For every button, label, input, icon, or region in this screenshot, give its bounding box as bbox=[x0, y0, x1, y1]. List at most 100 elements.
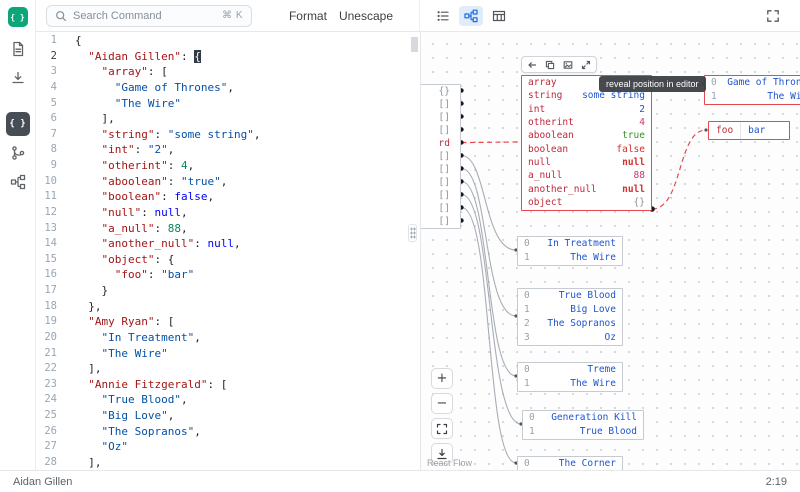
row-value: In Treatment bbox=[538, 237, 616, 251]
code-line[interactable]: "foo": "bar" bbox=[75, 267, 420, 283]
code-line[interactable]: "Game of Thrones", bbox=[75, 80, 420, 96]
node-row[interactable]: 1The Wire bbox=[705, 90, 800, 104]
code-line[interactable]: { bbox=[75, 33, 420, 49]
code-line[interactable]: "Annie Fitzgerald": [ bbox=[75, 377, 420, 393]
row-index: 2 bbox=[524, 317, 532, 331]
status-cursor-position[interactable]: 2:19 bbox=[766, 476, 787, 488]
line-number: 25 bbox=[36, 408, 66, 424]
line-number: 21 bbox=[36, 346, 66, 362]
code-line[interactable]: "Aidan Gillen": { bbox=[75, 49, 420, 65]
node-row[interactable]: another_nullnull bbox=[522, 183, 651, 196]
node-image-button[interactable] bbox=[559, 57, 577, 72]
code-line[interactable]: "object": { bbox=[75, 252, 420, 268]
code-line[interactable]: "int": "2", bbox=[75, 142, 420, 158]
editor-code[interactable]: { "Aidan Gillen": { "array": [ "Game of … bbox=[66, 32, 420, 470]
node-row[interactable]: 0Generation Kill bbox=[523, 411, 643, 425]
token: : bbox=[154, 222, 167, 235]
code-line[interactable]: "Oz" bbox=[75, 439, 420, 455]
zoom-in-button[interactable]: + bbox=[431, 368, 453, 389]
node-row[interactable]: 0True Blood bbox=[518, 289, 622, 303]
node-row[interactable]: 1The Wire bbox=[518, 251, 622, 265]
code-line[interactable]: "aboolean": "true", bbox=[75, 174, 420, 190]
token: : bbox=[161, 190, 174, 203]
code-line[interactable]: ], bbox=[75, 111, 420, 127]
node-row[interactable]: abooleantrue bbox=[522, 129, 651, 142]
node-row[interactable]: 2The Sopranos bbox=[518, 317, 622, 331]
code-line[interactable]: "The Wire" bbox=[75, 96, 420, 112]
node-row[interactable]: otherint4 bbox=[522, 116, 651, 129]
json-editor-button[interactable]: { } bbox=[6, 112, 30, 136]
node-row[interactable]: 0Game of Thrones bbox=[705, 76, 800, 90]
unescape-button[interactable]: Unescape bbox=[337, 7, 395, 25]
flow-view-button[interactable] bbox=[459, 6, 483, 26]
node-row[interactable]: 0In Treatment bbox=[518, 237, 622, 251]
code-line[interactable]: "boolean": false, bbox=[75, 189, 420, 205]
token: : bbox=[168, 175, 181, 188]
node-row[interactable]: 0The Corner bbox=[518, 457, 622, 470]
node-row[interactable]: 3Oz bbox=[518, 331, 622, 345]
code-line[interactable]: ], bbox=[75, 361, 420, 377]
code-line[interactable]: "string": "some string", bbox=[75, 127, 420, 143]
app-logo[interactable]: { } bbox=[8, 7, 28, 27]
node-row[interactable]: 0Treme bbox=[518, 363, 622, 377]
node-row[interactable]: 1True Blood bbox=[523, 425, 643, 439]
code-line[interactable]: } bbox=[75, 283, 420, 299]
graph-canvas[interactable]: {}[][][]rd[][][][][][] arraystringsome s… bbox=[420, 32, 800, 470]
code-line[interactable]: "another_null": null, bbox=[75, 236, 420, 252]
tree-view-button[interactable] bbox=[431, 6, 455, 26]
node-row[interactable]: 1Big Love bbox=[518, 303, 622, 317]
node-row[interactable]: a_null88 bbox=[522, 169, 651, 182]
node-array-alexander-skarsgard[interactable]: 0Generation Kill1True Blood bbox=[522, 410, 644, 440]
flow-nodes-button[interactable] bbox=[6, 170, 30, 194]
node-row[interactable]: int2 bbox=[522, 103, 651, 116]
pane-resize-handle[interactable] bbox=[408, 224, 417, 242]
code-line[interactable]: "Amy Ryan": [ bbox=[75, 314, 420, 330]
file-button[interactable] bbox=[6, 37, 30, 61]
row-value: True Blood bbox=[538, 289, 616, 303]
code-line[interactable]: "array": [ bbox=[75, 64, 420, 80]
node-value: {} bbox=[634, 196, 645, 209]
zoom-out-button[interactable]: − bbox=[431, 393, 453, 414]
row-index: 0 bbox=[524, 363, 532, 377]
node-row[interactable]: 1The Wire bbox=[518, 377, 622, 391]
merge-view-button[interactable] bbox=[6, 141, 30, 165]
grid-view-button[interactable] bbox=[487, 6, 511, 26]
node-array-aidan[interactable]: 0Game of Thrones1The Wire bbox=[704, 75, 800, 105]
code-line[interactable]: }, bbox=[75, 299, 420, 315]
json-editor[interactable]: 1234567891011121314151617181920212223242… bbox=[36, 32, 420, 470]
fullscreen-button[interactable] bbox=[762, 5, 784, 27]
code-line[interactable]: "The Wire" bbox=[75, 346, 420, 362]
editor-scrollbar[interactable] bbox=[411, 37, 418, 52]
code-line[interactable]: "otherint": 4, bbox=[75, 158, 420, 174]
selected-node[interactable]: arraystringsome stringint2otherint4abool… bbox=[521, 75, 652, 211]
fit-view-button[interactable] bbox=[431, 418, 453, 439]
code-line[interactable]: "a_null": 88, bbox=[75, 221, 420, 237]
code-line[interactable]: "The Sopranos", bbox=[75, 424, 420, 440]
node-row[interactable]: nullnull bbox=[522, 156, 651, 169]
root-node-fragment[interactable]: {}[][][]rd[][][][][][] bbox=[420, 84, 461, 229]
code-line[interactable]: "Big Love", bbox=[75, 408, 420, 424]
expand-node-button[interactable] bbox=[577, 57, 595, 72]
row-value: True Blood bbox=[543, 425, 637, 439]
line-number: 10 bbox=[36, 174, 66, 190]
line-number: 24 bbox=[36, 392, 66, 408]
code-line[interactable]: ], bbox=[75, 455, 420, 470]
search-command-input[interactable]: Search Command ⌘ K bbox=[46, 5, 252, 27]
code-line[interactable]: "null": null, bbox=[75, 205, 420, 221]
token: "Annie Fitzgerald" bbox=[88, 378, 207, 391]
node-array-anwan-glover[interactable]: 0Treme1The Wire bbox=[517, 362, 623, 392]
format-button[interactable]: Format bbox=[287, 7, 329, 25]
code-line[interactable]: "True Blood", bbox=[75, 392, 420, 408]
node-row[interactable]: booleanfalse bbox=[522, 143, 651, 156]
reveal-in-editor-button[interactable] bbox=[523, 57, 541, 72]
node-array-amy-ryan[interactable]: 0In Treatment1The Wire bbox=[517, 236, 623, 266]
node-row[interactable]: object{} bbox=[522, 196, 651, 209]
node-array-alice-farmer[interactable]: 0The Corner bbox=[517, 456, 623, 470]
node-object-foo[interactable]: foo bar bbox=[708, 121, 790, 140]
token bbox=[75, 65, 102, 78]
node-array-annie-fitzgerald[interactable]: 0True Blood1Big Love2The Sopranos3Oz bbox=[517, 288, 623, 346]
code-line[interactable]: "In Treatment", bbox=[75, 330, 420, 346]
top-bar: Search Command ⌘ K Format Unescape bbox=[36, 0, 800, 32]
copy-node-button[interactable] bbox=[541, 57, 559, 72]
download-button[interactable] bbox=[6, 66, 30, 90]
